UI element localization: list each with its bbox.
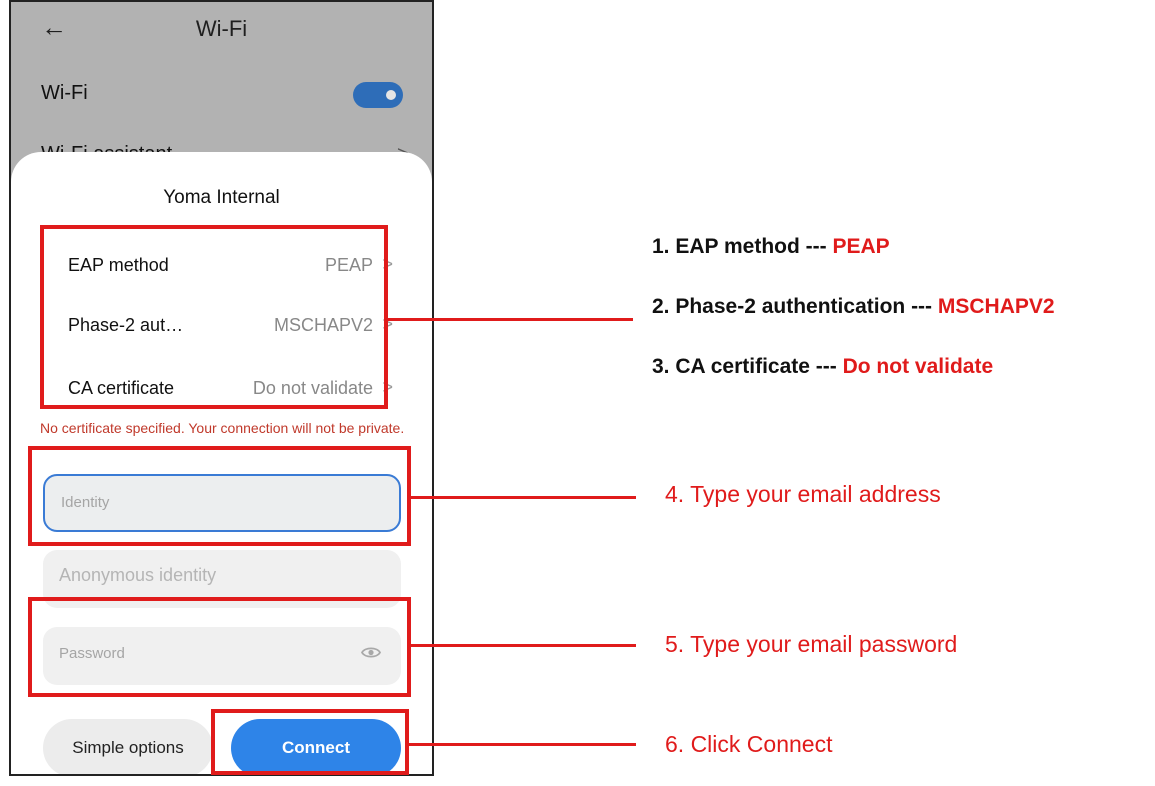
simple-options-button[interactable]: Simple options bbox=[43, 719, 213, 774]
annotation-label: 1. EAP method bbox=[652, 235, 800, 258]
annotation-separator: --- bbox=[905, 295, 938, 318]
step-5-annotation: 5. Type your email password bbox=[665, 631, 958, 657]
highlight-box-identity bbox=[28, 446, 411, 546]
page-title: Wi-Fi bbox=[195, 16, 248, 41]
wifi-toggle[interactable] bbox=[353, 82, 403, 108]
annotation-value: Do not validate bbox=[842, 355, 994, 378]
annotation-label: 2. Phase-2 authentication bbox=[652, 295, 906, 318]
step-6-annotation: 6. Click Connect bbox=[665, 731, 833, 757]
step-4-annotation: 4. Type your email address bbox=[665, 481, 941, 507]
anonymous-identity-placeholder: Anonymous identity bbox=[59, 565, 217, 585]
annotation-eap-method: 1. EAP method --- PEAP bbox=[652, 235, 890, 259]
connector-line-options bbox=[388, 318, 633, 321]
annotation-label: 3. CA certificate bbox=[652, 355, 810, 378]
annotation-phase2: 2. Phase-2 authentication --- MSCHAPV2 bbox=[652, 295, 1055, 319]
toggle-knob bbox=[386, 90, 396, 100]
annotation-value: MSCHAPV2 bbox=[937, 295, 1055, 318]
highlight-box-connect bbox=[211, 709, 409, 775]
connector-line-password bbox=[411, 644, 636, 647]
annotation-separator: --- bbox=[799, 235, 833, 258]
annotation-ca-certificate: 3. CA certificate --- Do not validate bbox=[652, 355, 993, 379]
connector-line-identity bbox=[411, 496, 636, 499]
highlight-box-options bbox=[40, 225, 388, 409]
connector-line-connect bbox=[409, 743, 636, 746]
certificate-warning: No certificate specified. Your connectio… bbox=[40, 420, 405, 436]
network-name: Yoma Internal bbox=[163, 187, 280, 208]
wifi-label: Wi-Fi bbox=[41, 82, 88, 104]
highlight-box-password bbox=[28, 597, 411, 697]
annotation-separator: --- bbox=[809, 355, 843, 378]
top-bar: ← Wi-Fi bbox=[11, 2, 432, 62]
annotation-value: PEAP bbox=[832, 235, 890, 258]
